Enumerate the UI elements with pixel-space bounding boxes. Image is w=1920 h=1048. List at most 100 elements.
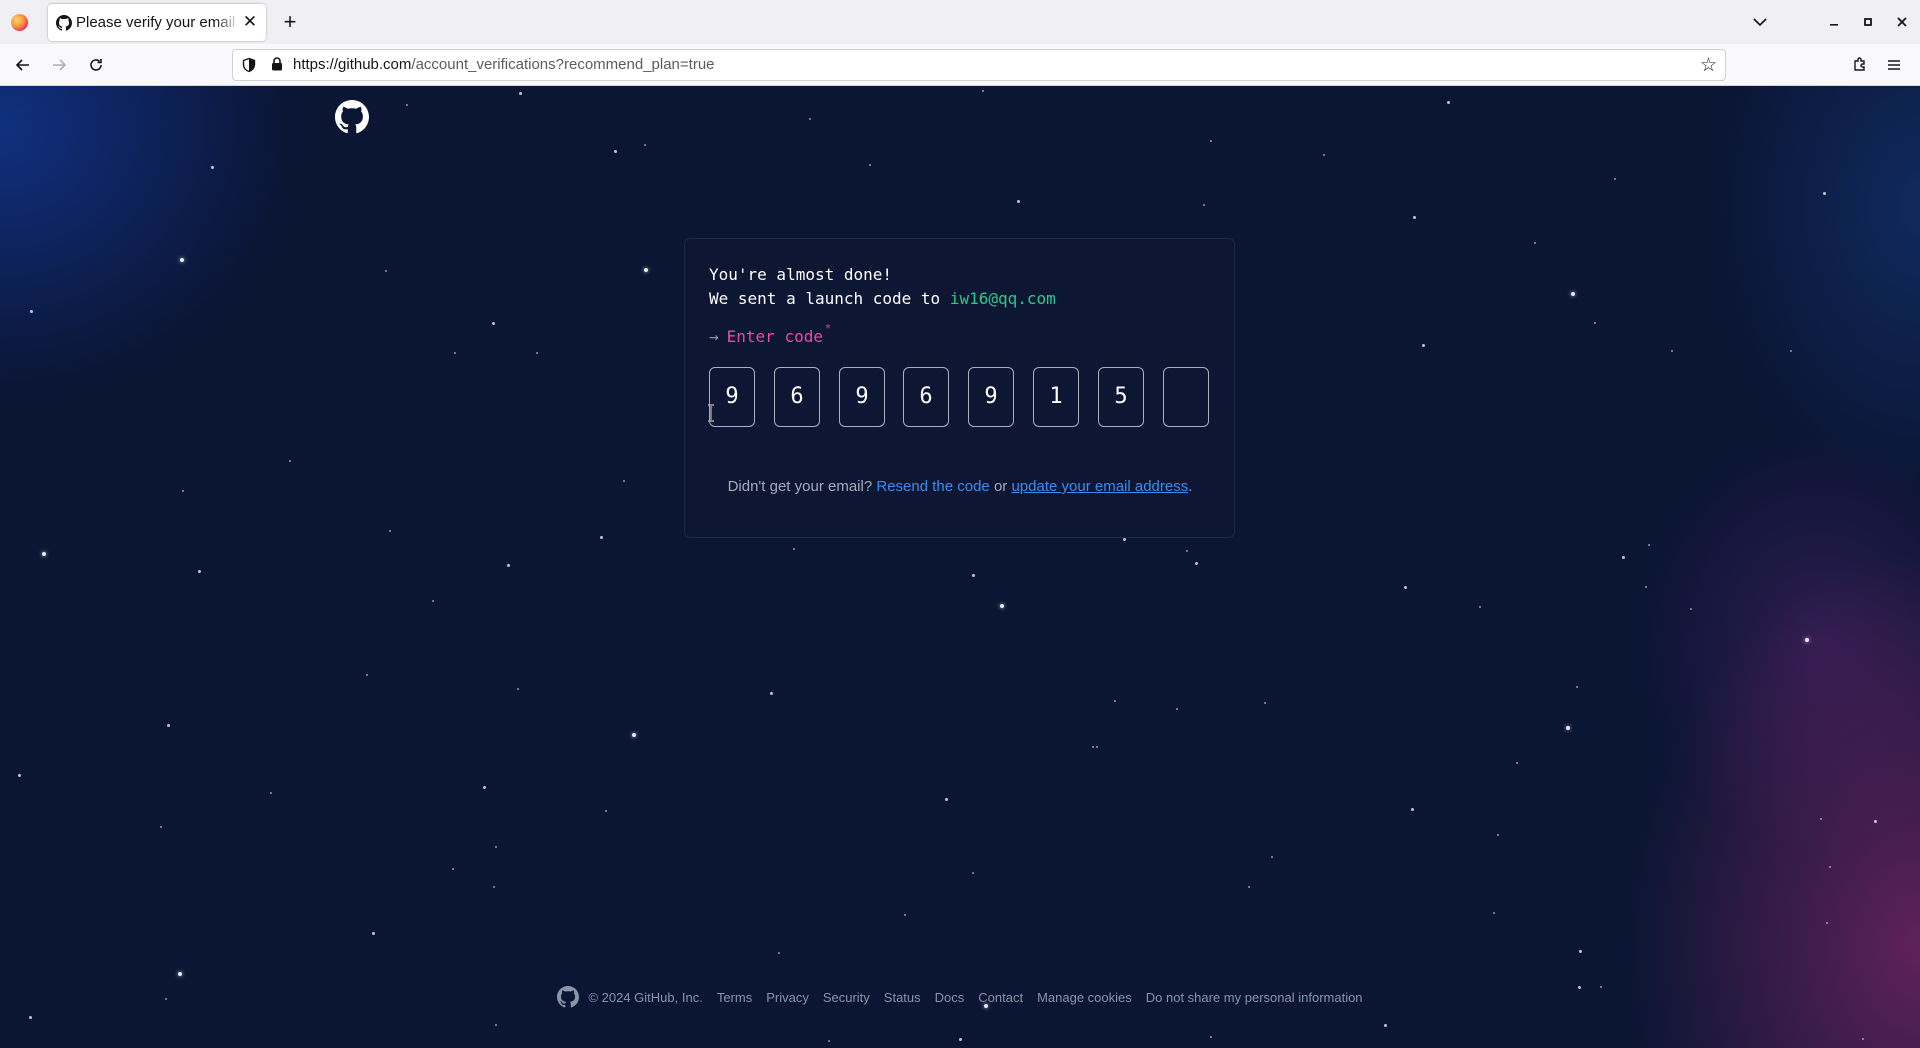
star xyxy=(432,600,434,602)
star xyxy=(211,166,214,169)
star xyxy=(1862,1038,1864,1040)
star xyxy=(828,1040,830,1042)
star xyxy=(1017,200,1020,203)
star xyxy=(1447,101,1450,104)
close-tab-icon[interactable]: ✕ xyxy=(240,12,260,32)
star xyxy=(1622,556,1625,559)
star xyxy=(1534,242,1536,244)
footer-link-manage-cookies[interactable]: Manage cookies xyxy=(1037,990,1132,1005)
star xyxy=(483,786,486,789)
star xyxy=(1594,322,1596,324)
star xyxy=(1571,292,1575,296)
footer-link-do-not-share[interactable]: Do not share my personal information xyxy=(1146,990,1363,1005)
code-digit-8[interactable] xyxy=(1163,367,1209,427)
tracking-protection-shield-icon[interactable] xyxy=(241,57,257,73)
code-digit-5[interactable]: 9 xyxy=(968,367,1014,427)
star xyxy=(372,932,375,935)
github-favicon-icon xyxy=(56,15,72,31)
code-digit-3[interactable]: 9 xyxy=(839,367,885,427)
code-digit-4[interactable]: 6 xyxy=(903,367,949,427)
email-address: iw16@qq.com xyxy=(949,289,1056,308)
resend-prefix: Didn't get your email? xyxy=(727,478,877,495)
star xyxy=(770,692,773,695)
star xyxy=(1497,834,1499,836)
star xyxy=(178,972,182,976)
page-footer: © 2024 GitHub, Inc. Terms Privacy Security S… xyxy=(0,986,1920,1008)
code-digit-7[interactable]: 5 xyxy=(1098,367,1144,427)
footer-link-docs[interactable]: Docs xyxy=(935,990,965,1005)
footer-link-terms[interactable]: Terms xyxy=(717,990,752,1005)
maximize-window-icon[interactable] xyxy=(1854,8,1882,36)
browser-window: Please verify your email a ✕ + https://g… xyxy=(0,0,1920,1048)
star xyxy=(1614,178,1616,180)
star xyxy=(959,1038,962,1041)
star xyxy=(1790,350,1792,352)
star xyxy=(1579,950,1582,953)
star xyxy=(1874,820,1877,823)
new-tab-button[interactable]: + xyxy=(278,10,302,34)
footer-link-security[interactable]: Security xyxy=(823,990,870,1005)
required-mark: * xyxy=(824,323,831,334)
forward-icon[interactable] xyxy=(45,51,73,79)
star xyxy=(1186,550,1188,552)
footer-link-status[interactable]: Status xyxy=(884,990,921,1005)
github-logo-icon[interactable] xyxy=(335,100,369,134)
star xyxy=(1411,808,1414,811)
star xyxy=(1114,700,1116,702)
update-email-link[interactable]: update your email address xyxy=(1011,478,1188,495)
star xyxy=(600,536,603,539)
app-menu-icon[interactable] xyxy=(1880,51,1908,79)
star xyxy=(519,92,522,95)
star xyxy=(492,322,495,325)
star xyxy=(42,552,46,556)
star xyxy=(1264,702,1266,704)
star xyxy=(869,164,871,166)
lock-icon[interactable] xyxy=(269,56,285,72)
address-bar[interactable]: https://github.com/account_verifications… xyxy=(232,49,1726,81)
star xyxy=(1576,686,1578,688)
star xyxy=(18,774,21,777)
star xyxy=(972,872,974,874)
star xyxy=(495,1024,497,1026)
back-icon[interactable] xyxy=(9,51,37,79)
footer-link-contact[interactable]: Contact xyxy=(978,990,1023,1005)
code-digit-1[interactable]: 9 xyxy=(709,367,755,427)
star xyxy=(1404,586,1407,589)
navigation-toolbar: https://github.com/account_verifications… xyxy=(0,44,1920,86)
star xyxy=(1092,746,1094,748)
star xyxy=(1820,818,1822,820)
resend-message: Didn't get your email? Resend the code o… xyxy=(0,478,1920,495)
star xyxy=(1203,204,1205,206)
list-all-tabs-icon[interactable] xyxy=(1746,8,1774,36)
resend-code-link[interactable]: Resend the code xyxy=(876,478,989,495)
resend-middle: or xyxy=(989,478,1012,495)
star xyxy=(160,826,162,828)
firefox-menu-icon[interactable] xyxy=(11,14,28,31)
bookmark-star-icon[interactable]: ☆ xyxy=(1700,54,1717,77)
star xyxy=(1210,1036,1212,1038)
star xyxy=(452,868,454,870)
star xyxy=(945,798,948,801)
extensions-icon[interactable] xyxy=(1846,51,1874,79)
enter-code-text: Enter code xyxy=(726,327,823,346)
code-input-row: 9 6 9 6 9 1 5 xyxy=(709,367,1213,429)
star xyxy=(385,270,387,272)
footer-github-logo-icon[interactable] xyxy=(557,986,580,1008)
code-digit-2[interactable]: 6 xyxy=(774,367,820,427)
star xyxy=(1805,638,1809,642)
minimize-window-icon[interactable] xyxy=(1820,8,1848,36)
star xyxy=(614,150,617,153)
footer-link-privacy[interactable]: Privacy xyxy=(766,990,809,1005)
reload-icon[interactable] xyxy=(82,51,110,79)
star xyxy=(1413,216,1416,219)
tab-title: Please verify your email a xyxy=(76,14,240,31)
star xyxy=(1096,746,1098,748)
code-digit-6[interactable]: 1 xyxy=(1033,367,1079,427)
url-text[interactable]: https://github.com/account_verifications… xyxy=(293,56,715,73)
star xyxy=(605,810,607,812)
star xyxy=(644,144,646,146)
star xyxy=(1000,604,1004,608)
tab-verify-email[interactable]: Please verify your email a ✕ xyxy=(48,4,266,41)
star xyxy=(270,792,272,794)
close-window-icon[interactable] xyxy=(1888,8,1916,36)
